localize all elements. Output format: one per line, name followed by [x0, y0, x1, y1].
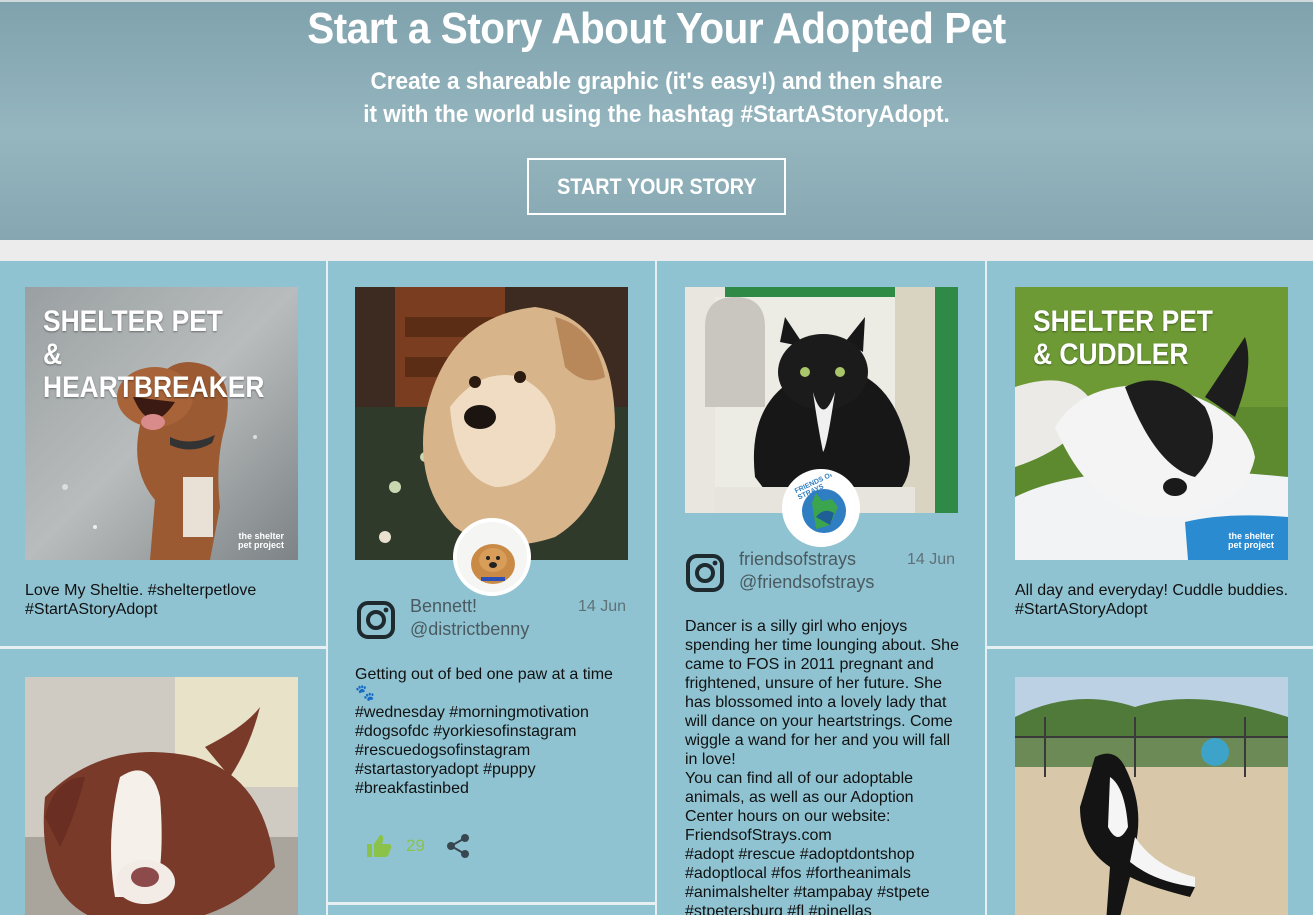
post-text: Dancer is a silly girl who enjoys spendi…	[685, 618, 959, 915]
overlay-line-2: & CUDDLER	[1033, 338, 1189, 371]
instagram-icon[interactable]	[356, 600, 396, 640]
story-photo-jumping-dog[interactable]	[1015, 677, 1288, 915]
hero-subtitle: Create a shareable graphic (it's easy!) …	[39, 65, 1273, 131]
row-divider	[0, 646, 326, 649]
author-name[interactable]: friendsofstrays	[739, 549, 856, 570]
shelter-pet-project-logo: the shelter pet project	[1227, 531, 1274, 550]
instagram-icon[interactable]	[685, 553, 725, 593]
section-divider	[0, 240, 1313, 261]
story-photo-sleeping-dog[interactable]	[25, 677, 298, 915]
dog-photo	[1015, 677, 1288, 915]
like-count: 29	[406, 836, 425, 855]
overlay-line-1: SHELTER PET	[1033, 305, 1213, 338]
start-your-story-button[interactable]: START YOUR STORY	[527, 158, 786, 215]
author-handle[interactable]: @districtbenny	[410, 619, 529, 640]
caption-line-1: All day and everyday! Cuddle buddies.	[1015, 582, 1289, 599]
start-your-story-label: START YOUR STORY	[556, 173, 757, 199]
overlay-line-2: & HEARTBREAKER	[43, 338, 265, 404]
hero-banner: Start a Story About Your Adopted Pet Cre…	[0, 0, 1313, 240]
feed-column-4: SHELTER PET & CUDDLER the shelter pet pr…	[987, 261, 1313, 915]
post-date: 14 Jun	[578, 598, 627, 615]
hero-title: Start a Story About Your Adopted Pet	[307, 4, 1006, 53]
hero-subtitle-line-2: it with the world using the hashtag #Sta…	[363, 101, 950, 128]
shelter-pet-project-logo: the shelter pet project	[237, 531, 284, 550]
photo-overlay-text: SHELTER PET & CUDDLER	[1033, 305, 1213, 371]
author-name[interactable]: Bennett!	[410, 596, 477, 617]
story-caption: Love My Sheltie. #shelterpetlove #StartA…	[25, 581, 256, 619]
story-caption: All day and everyday! Cuddle buddies. #S…	[1015, 581, 1288, 619]
caption-line-2: #StartAStoryAdopt	[1015, 601, 1148, 618]
post-date: 14 Jun	[907, 551, 956, 568]
row-divider	[328, 902, 655, 905]
dog-photo	[25, 677, 298, 915]
row-divider	[987, 646, 1313, 649]
author-handle[interactable]: @friendsofstrays	[739, 572, 874, 593]
photo-overlay-text: SHELTER PET & HEARTBREAKER	[43, 305, 267, 404]
thumbs-up-icon[interactable]	[366, 834, 392, 858]
post-actions: 29	[366, 833, 471, 859]
author-avatar[interactable]	[453, 518, 531, 596]
share-icon[interactable]	[445, 833, 471, 859]
caption-line-1: Love My Sheltie. #shelterpetlove	[25, 582, 257, 599]
feed-column-2: Bennett! @districtbenny 14 Jun Getting o…	[328, 261, 655, 915]
author-avatar[interactable]: FRIENDS OF STRAYS	[782, 469, 860, 547]
hero-subtitle-line-1: Create a shareable graphic (it's easy!) …	[370, 68, 943, 95]
puppy-avatar	[457, 522, 527, 592]
caption-line-2: #StartAStoryAdopt	[25, 601, 158, 618]
feed-column-3: FRIENDS OF STRAYS friendsofstrays @frien…	[657, 261, 985, 915]
feed-column-1: SHELTER PET & HEARTBREAKER the shelter p…	[0, 261, 326, 915]
story-photo-cuddler[interactable]: SHELTER PET & CUDDLER the shelter pet pr…	[1015, 287, 1288, 560]
post-text: Getting out of bed one paw at a time 🐾 #…	[355, 666, 613, 797]
overlay-line-1: SHELTER PET	[43, 305, 223, 338]
story-photo-heartbreaker[interactable]: SHELTER PET & HEARTBREAKER the shelter p…	[25, 287, 298, 560]
